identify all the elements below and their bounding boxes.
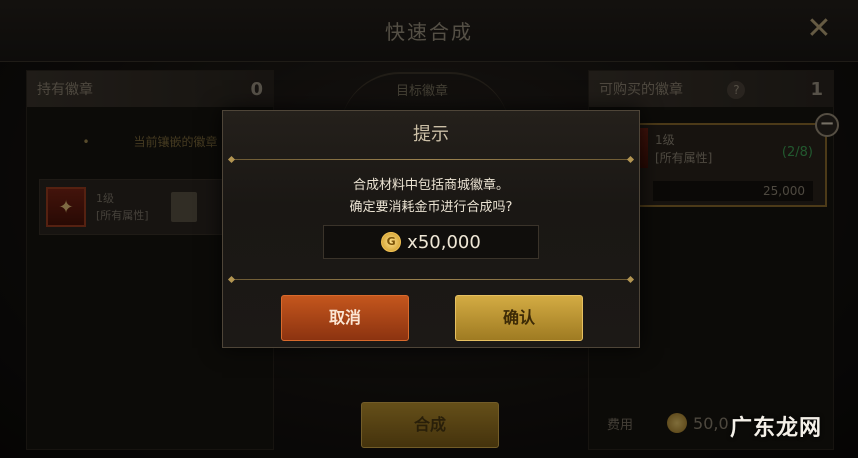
cost-value: x50,000: [407, 231, 481, 253]
dialog-message-line2: 确定要消耗金币进行合成吗?: [349, 200, 513, 215]
confirm-dialog: 提示 合成材料中包括商城徽章。 确定要消耗金币进行合成吗? G x50,000 …: [222, 110, 640, 348]
divider: [231, 279, 631, 280]
dialog-title: 提示: [413, 124, 449, 145]
confirm-button[interactable]: 确认: [455, 295, 583, 341]
dialog-message: 合成材料中包括商城徽章。 确定要消耗金币进行合成吗?: [223, 175, 639, 219]
game-screen: 快速合成 ✕ 持有徽章 0 • 当前镶嵌的徽章 ✦ 1级 [所有属性] 目标徽章…: [0, 0, 858, 458]
dialog-message-line1: 合成材料中包括商城徽章。: [352, 178, 509, 193]
gold-coin-icon: G: [381, 232, 402, 252]
watermark-text: 广东龙网: [729, 416, 822, 441]
cancel-button[interactable]: 取消: [281, 295, 409, 341]
cost-box: G x50,000: [323, 225, 539, 259]
divider: [231, 159, 631, 160]
